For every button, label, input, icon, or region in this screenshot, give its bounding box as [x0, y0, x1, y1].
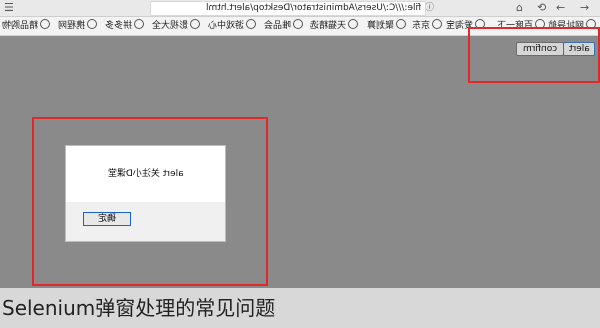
- ok-button[interactable]: 确定: [83, 212, 131, 226]
- bookmark-item[interactable]: 聚划算: [367, 19, 407, 33]
- alert-dialog: alert 关注小D课堂 确定: [65, 145, 226, 242]
- bookmark-icon: [134, 19, 145, 29]
- bookmark-icon: [432, 19, 443, 29]
- dialog-footer: 确定: [66, 202, 225, 241]
- back-icon[interactable]: →: [580, 1, 589, 15]
- bookmark-item[interactable]: 天猫精选: [310, 19, 359, 33]
- bookmark-item[interactable]: 游戏中心: [208, 19, 257, 33]
- bookmark-item[interactable]: 唯品会: [264, 19, 304, 33]
- reload-icon[interactable]: ⟲: [537, 1, 546, 15]
- menu-icon[interactable]: ☰: [4, 1, 14, 15]
- home-icon[interactable]: ⌂: [516, 1, 523, 15]
- bookmark-item[interactable]: 精品购物: [2, 19, 51, 33]
- bookmark-icon: [190, 19, 201, 29]
- bookmark-icon: [348, 19, 359, 29]
- bookmark-item[interactable]: 拼多多: [105, 19, 145, 33]
- bookmark-icon: [396, 19, 407, 29]
- bookmark-item[interactable]: 京东: [412, 19, 443, 33]
- browser-address-row: ☰ ← → ⟲ ⌂ ⓘ file:///C:/Users/Administrat…: [0, 0, 600, 17]
- address-input[interactable]: file:///C:/Users/Administrator/Desktop/a…: [150, 1, 426, 16]
- bookmark-icon: [246, 19, 257, 29]
- bookmark-item[interactable]: 影视大全: [152, 19, 201, 33]
- dialog-message: alert 关注小D课堂: [107, 169, 184, 179]
- caption-title: Selenium弹窗处理的常见问题: [0, 288, 600, 328]
- info-icon[interactable]: ⓘ: [425, 1, 434, 15]
- bookmark-icon: [293, 19, 304, 29]
- address-text: file:///C:/Users/Administrator/Desktop/a…: [205, 3, 421, 13]
- bookmark-icon: [87, 19, 98, 29]
- bookmark-item[interactable]: 携程网: [58, 19, 98, 33]
- forward-icon[interactable]: ←: [556, 1, 565, 15]
- bookmark-icon: [40, 19, 51, 29]
- highlight-box-buttons: [468, 27, 600, 83]
